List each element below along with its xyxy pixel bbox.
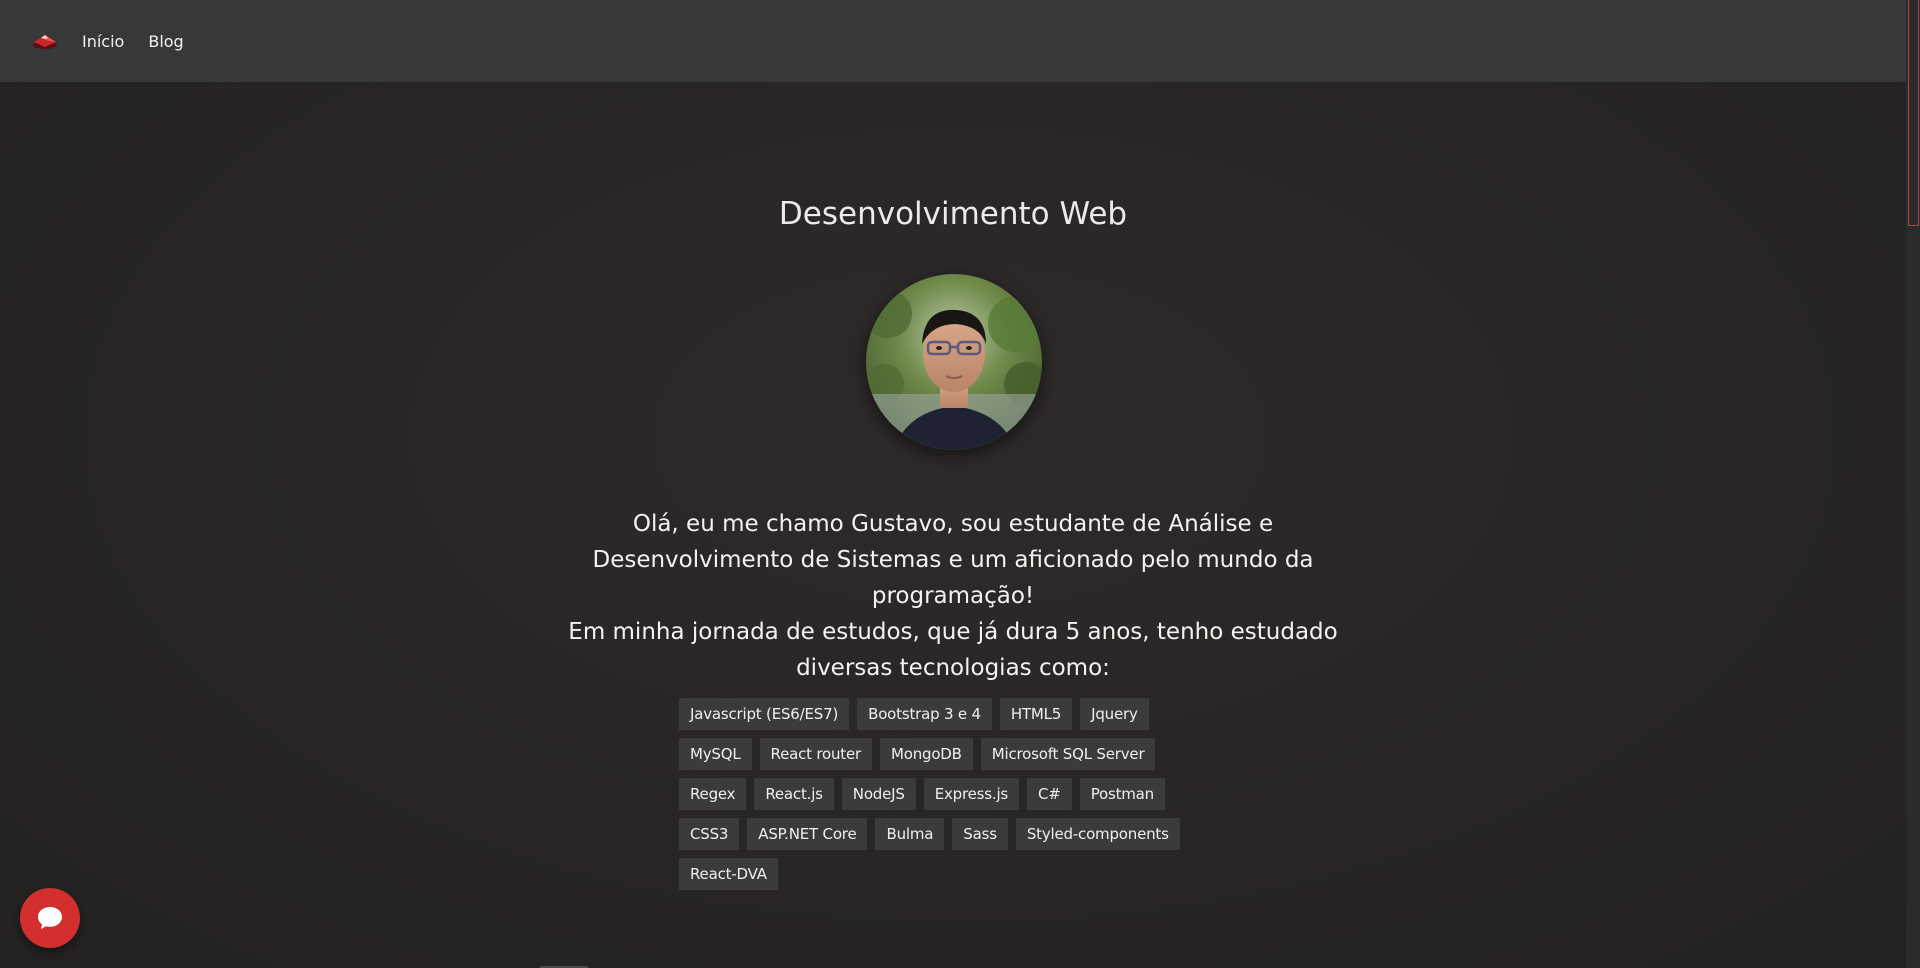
tag-mongodb: MongoDB bbox=[879, 738, 973, 770]
tag-styled-components: Styled-components bbox=[1015, 818, 1180, 850]
technology-tags: Javascript (ES6/ES7) Bootstrap 3 e 4 HTM… bbox=[679, 698, 1199, 898]
scrollbar[interactable] bbox=[1906, 0, 1920, 968]
chat-button[interactable] bbox=[20, 888, 80, 948]
tag-css3: CSS3 bbox=[679, 818, 740, 850]
navbar: Início Blog bbox=[0, 0, 1906, 82]
tag-aspnet-core: ASP.NET Core bbox=[747, 818, 868, 850]
tag-nodejs: NodeJS bbox=[841, 778, 916, 810]
tag-bootstrap: Bootstrap 3 e 4 bbox=[857, 698, 992, 730]
tag-reactjs: React.js bbox=[754, 778, 834, 810]
tag-csharp: C# bbox=[1027, 778, 1072, 810]
tag-sql-server: Microsoft SQL Server bbox=[980, 738, 1156, 770]
intro-text: Olá, eu me chamo Gustavo, sou estudante … bbox=[540, 506, 1366, 686]
chat-bubble-icon bbox=[38, 907, 62, 929]
avatar bbox=[866, 274, 1042, 450]
tag-react-dva: React-DVA bbox=[679, 858, 778, 890]
tag-html5: HTML5 bbox=[999, 698, 1073, 730]
intro-paragraph-2: Em minha jornada de estudos, que já dura… bbox=[568, 619, 1338, 681]
nav-link-inicio[interactable]: Início bbox=[82, 32, 124, 51]
nav-link-blog[interactable]: Blog bbox=[148, 32, 183, 51]
tag-regex: Regex bbox=[679, 778, 747, 810]
page-title: Desenvolvimento Web bbox=[778, 196, 1128, 232]
scrollbar-thumb[interactable] bbox=[1908, 0, 1919, 226]
tag-mysql: MySQL bbox=[679, 738, 752, 770]
page: Início Blog Desenvolvimento Web Olá, eu … bbox=[0, 0, 1920, 968]
intro-paragraph-1: Olá, eu me chamo Gustavo, sou estudante … bbox=[592, 511, 1314, 609]
red-gem-logo-icon[interactable] bbox=[30, 30, 60, 52]
tag-bulma: Bulma bbox=[875, 818, 945, 850]
tag-expressjs: Express.js bbox=[923, 778, 1020, 810]
tag-sass: Sass bbox=[952, 818, 1008, 850]
tag-jquery: Jquery bbox=[1080, 698, 1149, 730]
tag-postman: Postman bbox=[1079, 778, 1165, 810]
tag-react-router: React router bbox=[759, 738, 872, 770]
tag-javascript: Javascript (ES6/ES7) bbox=[679, 698, 850, 730]
